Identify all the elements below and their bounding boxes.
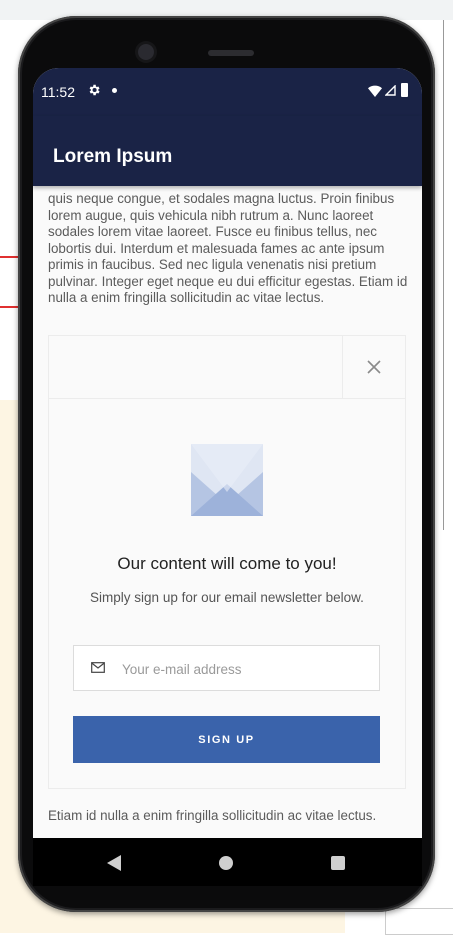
notification-dot-icon [112, 88, 117, 93]
mail-illustration [191, 444, 263, 516]
phone-screen: 11:52 Lorem Ipsum quis neque congue, et … [33, 68, 422, 886]
app-title: Lorem Ipsum [53, 146, 173, 167]
newsletter-title: Our content will come to you! [117, 554, 337, 573]
article-footer-text: Etiam id nulla a enim fringilla sollicit… [48, 808, 377, 823]
newsletter-subtitle: Simply sign up for our email newsletter … [90, 590, 364, 605]
envelope-icon [91, 662, 105, 673]
status-time: 11:52 [41, 84, 75, 100]
close-icon [367, 360, 381, 374]
close-button[interactable] [342, 336, 405, 398]
battery-icon [401, 83, 408, 97]
email-field[interactable] [73, 645, 380, 692]
sign-up-button[interactable]: SIGN UP [73, 716, 380, 763]
article-content[interactable]: quis neque congue, et sodales magna luct… [33, 186, 422, 838]
status-bar: 11:52 [33, 68, 422, 116]
signal-icon [385, 85, 396, 96]
recents-icon[interactable] [331, 856, 345, 870]
background-sidebar [443, 20, 453, 530]
newsletter-card: Our content will come to you! Simply sig… [48, 335, 406, 789]
background-box [385, 908, 453, 935]
email-input[interactable] [120, 646, 374, 692]
earpiece-speaker [208, 50, 254, 56]
article-paragraph: quis neque congue, et sodales magna luct… [48, 191, 408, 306]
newsletter-card-header [49, 336, 405, 399]
navigation-bar [33, 838, 422, 886]
wifi-icon [368, 85, 382, 97]
back-icon[interactable] [107, 855, 121, 871]
home-icon[interactable] [219, 856, 233, 870]
app-bar: Lorem Ipsum [33, 116, 422, 186]
gear-icon [89, 84, 100, 96]
front-camera [138, 44, 154, 60]
